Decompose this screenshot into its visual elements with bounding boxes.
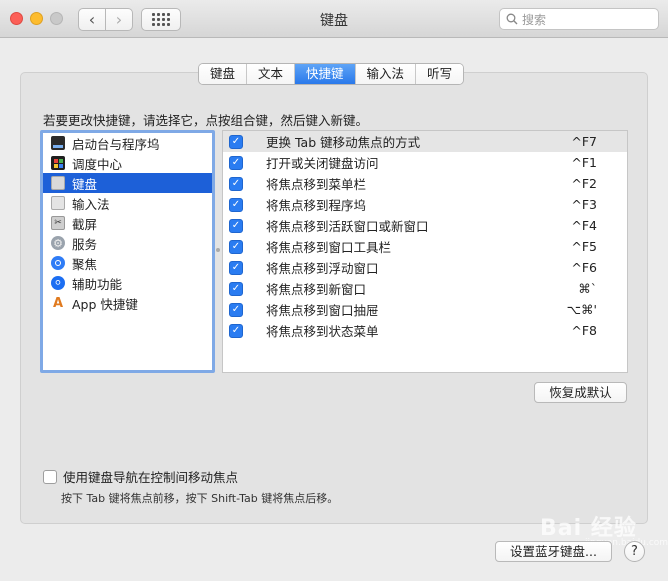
- tab-bar: 键盘 文本 快捷键 输入法 听写: [198, 63, 465, 85]
- table-row[interactable]: ✓ 将焦点移到状态菜单 ^F8: [223, 320, 627, 341]
- shortcut-checkbox[interactable]: ✓: [229, 260, 243, 275]
- mission-control-icon: [51, 156, 65, 170]
- keyboard-navigation-checkbox[interactable]: [43, 469, 57, 484]
- shortcut-checkbox[interactable]: ✓: [229, 302, 243, 317]
- shortcut-label: 更换 Tab 键移动焦点的方式: [266, 135, 421, 150]
- shortcut-key[interactable]: ^F2: [557, 176, 627, 191]
- search-placeholder: 搜索: [522, 12, 547, 27]
- shortcut-checkbox[interactable]: ✓: [229, 239, 243, 254]
- shortcut-checkbox[interactable]: ✓: [229, 176, 243, 191]
- keyboard-icon: [51, 176, 65, 190]
- shortcut-checkbox[interactable]: ✓: [229, 281, 243, 296]
- tab-text[interactable]: 文本: [247, 64, 296, 84]
- category-item-spotlight[interactable]: 聚焦: [43, 253, 212, 273]
- table-row[interactable]: ✓ 将焦点移到窗口抽屉 ⌥⌘': [223, 299, 627, 320]
- table-row[interactable]: ✓ 将焦点移到窗口工具栏 ^F5: [223, 236, 627, 257]
- shortcut-checkbox[interactable]: ✓: [229, 155, 243, 170]
- shortcuts-table: ✓ 更换 Tab 键移动焦点的方式 ^F7 ✓ 打开或关闭键盘访问 ^F1 ✓ …: [222, 130, 628, 373]
- table-row[interactable]: ✓ 打开或关闭键盘访问 ^F1: [223, 152, 627, 173]
- category-item-mission-control[interactable]: 调度中心: [43, 153, 212, 173]
- table-row[interactable]: ✓ 将焦点移到活跃窗口或新窗口 ^F4: [223, 215, 627, 236]
- table-row[interactable]: ✓ 将焦点移到浮动窗口 ^F6: [223, 257, 627, 278]
- help-button[interactable]: ?: [624, 541, 645, 562]
- tab-keyboard[interactable]: 键盘: [199, 64, 248, 84]
- restore-defaults-button[interactable]: 恢复成默认: [534, 382, 627, 403]
- category-label: 截屏: [72, 216, 98, 232]
- shortcut-label: 将焦点移到窗口工具栏: [266, 240, 392, 255]
- shortcut-key[interactable]: ^F8: [557, 323, 627, 338]
- search-field[interactable]: 搜索: [499, 8, 659, 30]
- category-label: 启动台与程序坞: [72, 136, 160, 152]
- shortcut-key[interactable]: ^F5: [557, 239, 627, 254]
- shortcut-key[interactable]: ⌥⌘': [557, 302, 627, 317]
- shortcut-key[interactable]: ⌘`: [557, 281, 627, 296]
- shortcut-key[interactable]: ^F7: [557, 134, 627, 149]
- tab-input-sources[interactable]: 输入法: [355, 64, 417, 84]
- shortcut-label: 打开或关闭键盘访问: [266, 156, 379, 171]
- accessibility-icon: ⚪: [51, 276, 65, 290]
- category-item-screenshot[interactable]: ✂ 截屏: [43, 213, 212, 233]
- shortcut-label: 将焦点移到窗口抽屉: [266, 303, 379, 318]
- category-label: 调度中心: [72, 156, 123, 172]
- table-row[interactable]: ✓ 将焦点移到新窗口 ⌘`: [223, 278, 627, 299]
- shortcut-label: 将焦点移到程序坞: [266, 198, 367, 213]
- shortcut-label: 将焦点移到状态菜单: [266, 324, 379, 339]
- spotlight-icon: [51, 256, 65, 270]
- shortcut-key[interactable]: ^F1: [557, 155, 627, 170]
- setup-bluetooth-keyboard-button[interactable]: 设置蓝牙键盘...: [495, 541, 612, 562]
- category-label: App 快捷键: [72, 296, 138, 312]
- table-row[interactable]: ✓ 将焦点移到程序坞 ^F3: [223, 194, 627, 215]
- shortcut-key[interactable]: ^F6: [557, 260, 627, 275]
- category-item-input-method[interactable]: 输入法: [43, 193, 212, 213]
- shortcut-checkbox[interactable]: ✓: [229, 134, 243, 149]
- input-method-icon: [51, 196, 65, 210]
- tab-shortcuts[interactable]: 快捷键: [295, 64, 356, 84]
- tab-dictation[interactable]: 听写: [416, 64, 464, 84]
- app-shortcuts-icon: A: [52, 295, 64, 311]
- keyboard-navigation-hint: 按下 Tab 键将焦点前移，按下 Shift-Tab 键将焦点后移。: [61, 492, 339, 505]
- title-bar: ‹ › 键盘 搜索: [0, 0, 668, 38]
- shortcut-key[interactable]: ^F3: [557, 197, 627, 212]
- category-label: 辅助功能: [72, 276, 123, 292]
- table-row[interactable]: ✓ 将焦点移到菜单栏 ^F2: [223, 173, 627, 194]
- category-list: 启动台与程序坞 调度中心 键盘 输入法 ✂ 截屏 ⚙ 服务 聚焦 ⚪ 辅助功能 …: [40, 130, 215, 373]
- category-item-launchpad-dock[interactable]: 启动台与程序坞: [43, 133, 212, 153]
- table-row[interactable]: ✓ 更换 Tab 键移动焦点的方式 ^F7: [223, 131, 627, 152]
- category-item-app-shortcuts[interactable]: A App 快捷键: [43, 293, 212, 313]
- shortcut-key[interactable]: ^F4: [557, 218, 627, 233]
- keyboard-navigation-option[interactable]: 使用键盘导航在控制间移动焦点: [43, 467, 238, 486]
- category-label: 键盘: [72, 176, 98, 192]
- category-item-services[interactable]: ⚙ 服务: [43, 233, 212, 253]
- shortcut-checkbox[interactable]: ✓: [229, 218, 243, 233]
- shortcut-label: 将焦点移到新窗口: [266, 282, 367, 297]
- services-gear-icon: ⚙: [51, 236, 65, 250]
- category-item-keyboard[interactable]: 键盘: [43, 173, 212, 193]
- category-item-accessibility[interactable]: ⚪ 辅助功能: [43, 273, 212, 293]
- shortcut-checkbox[interactable]: ✓: [229, 323, 243, 338]
- category-label: 输入法: [72, 196, 110, 212]
- category-label: 服务: [72, 236, 98, 252]
- shortcut-checkbox[interactable]: ✓: [229, 197, 243, 212]
- shortcut-label: 将焦点移到活跃窗口或新窗口: [266, 219, 429, 234]
- instruction-text: 若要更改快捷键，请选择它，点按组合键，然后键入新键。: [43, 113, 369, 128]
- category-label: 聚焦: [72, 256, 98, 272]
- shortcut-label: 将焦点移到浮动窗口: [266, 261, 379, 276]
- keyboard-navigation-label: 使用键盘导航在控制间移动焦点: [63, 470, 239, 485]
- split-view-divider[interactable]: [216, 248, 220, 252]
- launchpad-dock-icon: [51, 136, 65, 150]
- shortcut-label: 将焦点移到菜单栏: [266, 177, 367, 192]
- search-icon: [506, 13, 518, 25]
- screenshot-icon: ✂: [51, 216, 65, 230]
